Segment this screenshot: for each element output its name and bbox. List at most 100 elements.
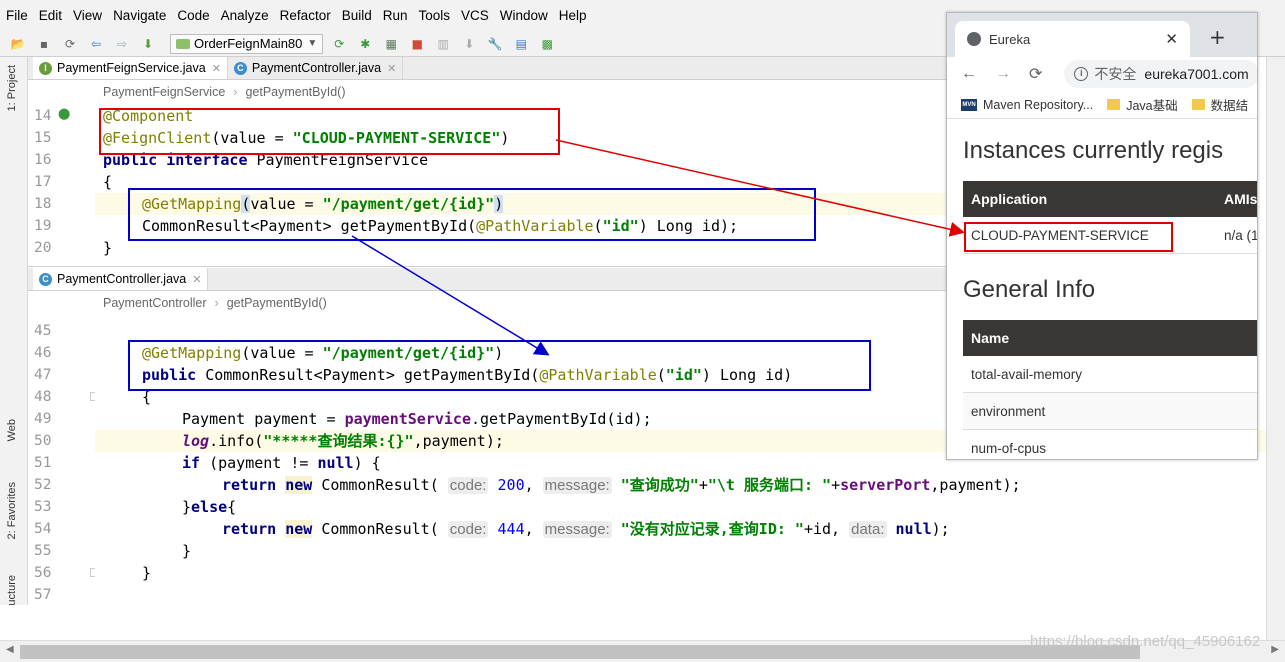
info-icon[interactable]: i [1074, 67, 1089, 81]
line-number: 16 [34, 152, 52, 168]
code-line: if (payment != null) { [182, 454, 381, 472]
forward-icon[interactable]: → [995, 65, 1011, 83]
close-icon[interactable]: ✕ [387, 62, 396, 75]
bookmark-maven[interactable]: MVN Maven Repository... [961, 98, 1093, 112]
menu-item[interactable]: Run [383, 8, 408, 23]
table-row: num-of-cpus [963, 430, 1257, 459]
line-number: 52 [34, 477, 52, 493]
project-tool-button[interactable]: 1: Project [6, 65, 18, 111]
breadcrumb-item[interactable]: getPaymentById() [227, 296, 327, 310]
browser-tab[interactable]: Eureka ✕ [955, 21, 1190, 57]
structure-tool-button[interactable]: ucture [6, 575, 18, 606]
open-folder-icon[interactable]: 📂 [8, 35, 28, 53]
menu-item[interactable]: Build [342, 8, 372, 23]
project-structure-icon[interactable]: ▤ [511, 35, 531, 53]
bookmark-data[interactable]: 数据结 [1191, 95, 1248, 114]
menu-item[interactable]: Help [559, 8, 587, 23]
line-number: 47 [34, 367, 52, 383]
menu-item[interactable]: VCS [461, 8, 489, 23]
editor-split-divider[interactable] [28, 266, 946, 267]
code-line: } [142, 564, 152, 582]
tab-payment-controller[interactable]: C PaymentController.java ✕ [33, 268, 209, 290]
code-line: @GetMapping(value = "/payment/get/{id}") [95, 193, 946, 215]
implementation-icon[interactable]: ⬤ [58, 107, 70, 120]
sync-icon[interactable]: ⟳ [60, 35, 80, 53]
line-number: 45 [34, 323, 52, 339]
menu-item[interactable]: Code [177, 8, 209, 23]
line-number: 14 [34, 108, 52, 124]
url-field[interactable]: i 不安全 eureka7001.com [1064, 60, 1257, 88]
bottom-gutter: 45 46 47 48 49 50 51 52 53 54 55 56 57 [28, 320, 99, 605]
favorites-tool-button[interactable]: 2: Favorites [6, 482, 18, 539]
top-code-area[interactable]: @Component @FeignClient(value = "CLOUD-P… [95, 105, 946, 266]
breadcrumb-item[interactable]: PaymentController [103, 296, 207, 310]
line-number: 15 [34, 130, 52, 146]
settings-icon[interactable]: 🔧 [485, 35, 505, 53]
scroll-right-icon[interactable]: ▶ [1271, 644, 1279, 655]
instances-heading: Instances currently regis [963, 137, 1224, 164]
tab-payment-controller[interactable]: C PaymentController.java ✕ [228, 57, 404, 79]
line-number: 18 [34, 196, 52, 212]
debug-icon[interactable]: ✱ [355, 35, 375, 53]
code-line: @GetMapping(value = "/payment/get/{id}") [142, 344, 504, 362]
bookmark-java[interactable]: Java基础 [1107, 95, 1178, 114]
table-row: environment [963, 393, 1257, 430]
run-config-select[interactable]: OrderFeignMain80 ▼ [170, 33, 324, 54]
general-info-heading: General Info [963, 276, 1096, 303]
close-icon[interactable]: ✕ [1165, 30, 1178, 48]
close-icon[interactable]: ✕ [212, 62, 221, 75]
code-line: CommonResult<Payment> getPaymentById(@Pa… [142, 217, 739, 235]
plugin-icon[interactable]: ▩ [537, 35, 557, 53]
deploy-icon[interactable]: ⬇ [459, 35, 479, 53]
line-number: 56 [34, 565, 52, 581]
line-number: 46 [34, 345, 52, 361]
left-tool-strip: 1: Project Web 2: Favorites ucture [0, 57, 28, 606]
forward-icon[interactable]: ⇨ [112, 35, 132, 53]
menu-item[interactable]: Tools [419, 8, 451, 23]
menu-item[interactable]: Analyze [221, 8, 269, 23]
code-line: { [142, 388, 152, 406]
line-number: 53 [34, 499, 52, 515]
menu-item[interactable]: File [6, 8, 28, 23]
coverage-icon[interactable]: ▦ [381, 35, 401, 53]
breadcrumb-item[interactable]: PaymentFeignService [103, 85, 225, 99]
breadcrumb-item[interactable]: getPaymentById() [245, 85, 345, 99]
web-tool-button[interactable]: Web [6, 419, 18, 441]
menu-item[interactable]: Window [500, 8, 548, 23]
breadcrumb: PaymentController › getPaymentById() [28, 292, 946, 314]
build-icon[interactable]: ⬇ [138, 35, 158, 53]
table-row: CLOUD-PAYMENT-SERVICE n/a (1 [963, 217, 1257, 254]
folder-icon [1191, 99, 1205, 110]
address-bar-row: ← → ⟳ i 不安全 eureka7001.com [947, 57, 1257, 91]
menu-item[interactable]: Edit [39, 8, 62, 23]
scrollbar-thumb[interactable] [20, 645, 1140, 659]
top-gutter: 14 15 16 17 18 19 20 ⬤ [28, 105, 95, 266]
menu-item[interactable]: View [73, 8, 102, 23]
new-tab-icon[interactable]: + [1209, 25, 1226, 49]
class-icon: C [39, 272, 52, 286]
code-line: public CommonResult<Payment> getPaymentB… [142, 366, 793, 384]
reload-icon[interactable]: ⟳ [1029, 64, 1042, 84]
scroll-left-icon[interactable]: ◀ [6, 644, 14, 655]
stop-icon[interactable]: ■ [407, 35, 427, 53]
code-line: public interface PaymentFeignService [103, 151, 429, 169]
back-icon[interactable]: ← [961, 65, 977, 83]
menu-item[interactable]: Navigate [113, 8, 166, 23]
tab-payment-feign-service[interactable]: I PaymentFeignService.java ✕ [33, 57, 228, 79]
rerun-icon[interactable]: ⟳ [329, 35, 349, 53]
line-number: 54 [34, 521, 52, 537]
attach-icon[interactable]: ▥ [433, 35, 453, 53]
back-icon[interactable]: ⇦ [86, 35, 106, 53]
instances-table-header: Application AMIs [963, 181, 1257, 217]
line-number: 20 [34, 240, 52, 256]
chevron-down-icon: ▼ [307, 38, 318, 49]
globe-icon [967, 32, 981, 46]
save-icon[interactable]: ▪ [34, 35, 54, 53]
close-icon[interactable]: ✕ [192, 273, 201, 286]
browser-window: Eureka ✕ + ← → ⟳ i 不安全 eureka7001.com MV… [946, 12, 1258, 460]
bookmarks-bar: MVN Maven Repository... Java基础 数据结 [947, 91, 1257, 119]
menu-item[interactable]: Refactor [280, 8, 331, 23]
breadcrumb: PaymentFeignService › getPaymentById() [28, 81, 946, 103]
top-editor-tabs: I PaymentFeignService.java ✕ C PaymentContr… [28, 57, 946, 80]
vertical-scrollbar[interactable] [1266, 57, 1285, 640]
